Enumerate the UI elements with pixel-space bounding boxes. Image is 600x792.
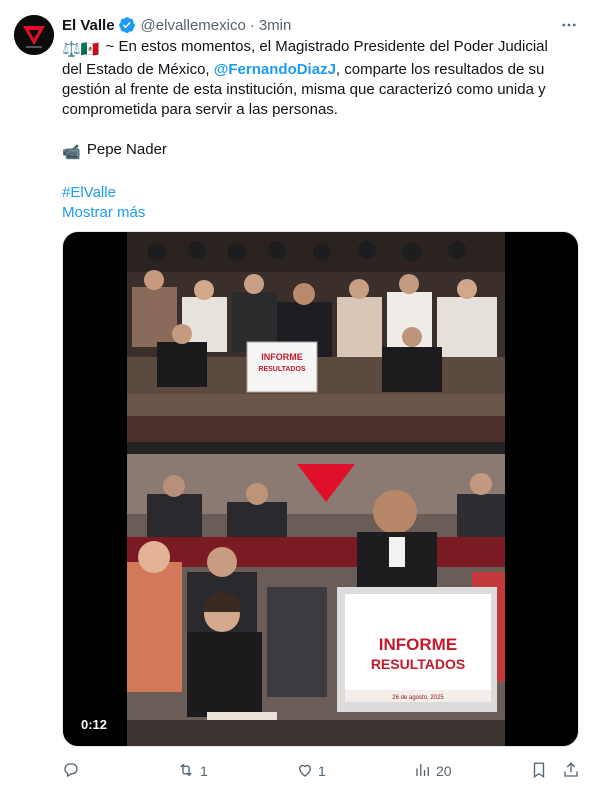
hashtag-link[interactable]: #ElValle bbox=[62, 184, 116, 201]
screen-podium-title-bottom: RESULTADOS bbox=[258, 366, 306, 373]
text-segment: del Estado de México, bbox=[62, 61, 214, 78]
tweet[interactable]: El Valle @elvallemexico · 3min ⚖️🇲🇽 ~ En… bbox=[0, 0, 600, 792]
tweet-header: El Valle @elvallemexico · 3min bbox=[62, 14, 580, 36]
views-button[interactable]: 20 bbox=[414, 759, 452, 783]
podium-title-bottom: RESULTADOS bbox=[371, 656, 465, 672]
show-more-link[interactable]: Mostrar más bbox=[62, 204, 145, 221]
reply-icon bbox=[62, 761, 80, 782]
share-button[interactable] bbox=[562, 759, 580, 783]
text-line-3: gestión al frente de esta institución, m… bbox=[62, 81, 546, 98]
share-icon bbox=[562, 761, 580, 782]
credit-line: 📹 Pepe Nader bbox=[62, 140, 574, 163]
text-line-1: ⚖️🇲🇽 ~ En estos momentos, el Magistrado … bbox=[62, 37, 574, 60]
avatar[interactable] bbox=[14, 15, 54, 55]
credit-text: Pepe Nader bbox=[82, 141, 167, 158]
retweet-count: 1 bbox=[200, 763, 208, 779]
text-line-2: del Estado de México, @FernandoDiazJ, co… bbox=[62, 60, 574, 80]
reply-button[interactable] bbox=[62, 759, 84, 783]
action-bar: 1 1 20 bbox=[62, 759, 582, 783]
handle[interactable]: @elvallemexico bbox=[141, 17, 246, 34]
analytics-icon bbox=[414, 761, 432, 782]
scales-flag-emoji-icon: ⚖️🇲🇽 bbox=[62, 41, 100, 58]
video-duration: 0:12 bbox=[75, 715, 114, 734]
timestamp[interactable]: 3min bbox=[259, 17, 292, 34]
text-segment: ~ En estos momentos, el Magistrado Presi… bbox=[101, 38, 548, 55]
text-line-4: comprometida para servir a las personas. bbox=[62, 101, 338, 118]
display-name[interactable]: El Valle bbox=[62, 17, 115, 34]
retweet-button[interactable]: 1 bbox=[176, 759, 208, 783]
podium-date: 26 de agosto, 2025 bbox=[392, 695, 444, 701]
video-frame: INFORME RESULTADOS INFORME RESULTADOS 26… bbox=[127, 232, 505, 746]
video-still: INFORME RESULTADOS INFORME RESULTADOS 26… bbox=[127, 232, 505, 746]
retweet-icon bbox=[176, 761, 196, 782]
like-count: 1 bbox=[318, 763, 326, 779]
bookmark-icon bbox=[530, 761, 548, 782]
more-options-icon[interactable] bbox=[558, 14, 580, 36]
mention-link[interactable]: @FernandoDiazJ bbox=[214, 61, 336, 78]
separator-dot: · bbox=[249, 16, 255, 34]
verified-badge-icon bbox=[118, 16, 136, 34]
screen-podium-title-top: INFORME bbox=[261, 352, 303, 362]
tweet-text: ⚖️🇲🇽 ~ En estos momentos, el Magistrado … bbox=[62, 37, 574, 223]
video-player[interactable]: INFORME RESULTADOS INFORME RESULTADOS 26… bbox=[62, 231, 579, 747]
podium-title-top: INFORME bbox=[379, 635, 457, 654]
hashtag-line: #ElValle bbox=[62, 183, 574, 203]
like-button[interactable]: 1 bbox=[296, 759, 326, 783]
text-segment: , comparte los resultados de su bbox=[335, 61, 545, 78]
heart-icon bbox=[296, 761, 314, 782]
views-count: 20 bbox=[436, 763, 452, 779]
video-camera-emoji-icon: 📹 bbox=[62, 144, 81, 161]
bookmark-button[interactable] bbox=[530, 759, 548, 783]
show-more-line: Mostrar más bbox=[62, 203, 574, 223]
